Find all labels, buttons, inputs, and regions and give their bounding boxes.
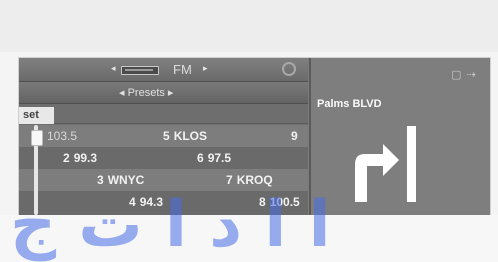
set-tab[interactable]: set: [19, 107, 54, 124]
watermark-logo: ا ا د ا ت ج: [10, 188, 331, 262]
preset-1-label: 103.5: [47, 129, 78, 143]
preset-row: 103.5 5 KLOS 9: [19, 125, 308, 147]
street-name: Palms BLVD: [317, 98, 382, 110]
presets-label: ◂ Presets ▸: [119, 87, 174, 99]
preset-3-label: WNYC: [107, 173, 145, 187]
preset-2-number: 2: [63, 151, 70, 165]
preset-7-number: 7: [226, 173, 233, 187]
presets-label-text: Presets: [127, 87, 165, 99]
screen-toggle-icon[interactable]: ▢ ⇢: [451, 68, 477, 81]
preset-7-label: KROQ: [236, 173, 273, 187]
preset-6-label: 97.5: [207, 151, 232, 165]
preset-6[interactable]: 6 97.5: [197, 151, 231, 165]
preset-5-label: KLOS: [173, 129, 208, 143]
right-turn-arrow-icon: [355, 126, 416, 202]
preset-3-number: 3: [97, 173, 104, 187]
band-next-icon[interactable]: ▸: [203, 63, 208, 74]
scroll-handle[interactable]: [31, 130, 43, 146]
preset-5-number: 5: [163, 129, 170, 143]
tab-divider: [54, 123, 308, 124]
presets-selector[interactable]: ◂ Presets ▸: [19, 82, 308, 104]
preset-5[interactable]: 5 KLOS: [163, 129, 207, 143]
preset-1[interactable]: 103.5: [43, 129, 77, 143]
preset-row: 2 99.3 6 97.5: [19, 147, 308, 169]
preset-2[interactable]: 2 99.3: [63, 151, 97, 165]
band-prev-icon[interactable]: ◂: [111, 63, 116, 74]
scan-icon[interactable]: [282, 62, 296, 76]
band-indicator-icon: [121, 66, 159, 75]
top-margin: [0, 0, 498, 52]
preset-7[interactable]: 7 KROQ: [226, 173, 273, 187]
preset-2-label: 99.3: [73, 151, 98, 165]
preset-9-number: 9: [291, 129, 298, 143]
preset-6-number: 6: [197, 151, 204, 165]
preset-9[interactable]: 9: [291, 129, 302, 143]
band-label: FM: [173, 62, 192, 77]
preset-3[interactable]: 3 WNYC: [97, 173, 144, 187]
band-selector[interactable]: ◂ FM ▸: [19, 58, 308, 82]
navigation-panel: ▢ ⇢ Palms BLVD: [309, 58, 490, 215]
